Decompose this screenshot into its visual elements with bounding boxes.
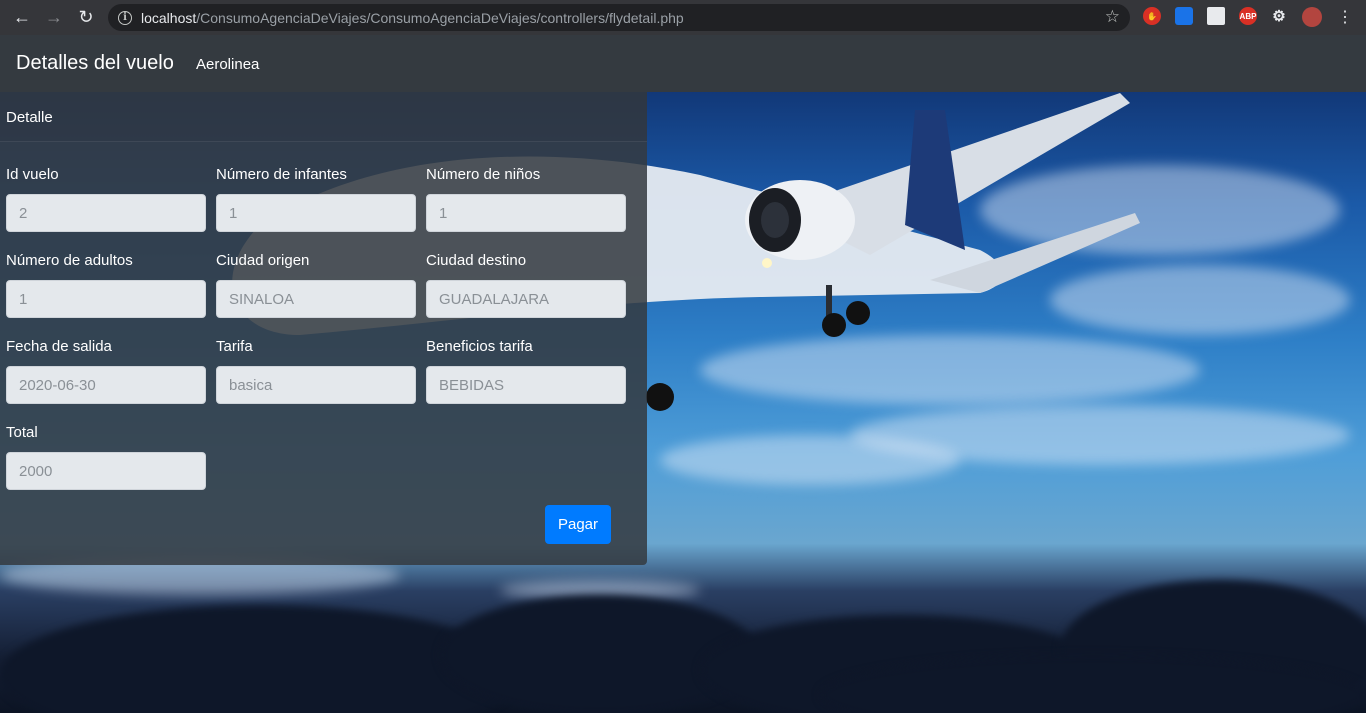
navbar-brand[interactable]: Detalles del vuelo (16, 52, 174, 75)
input-fecha-salida[interactable]: 2020-06-30 (6, 366, 206, 404)
label-id-vuelo: Id vuelo (6, 166, 59, 183)
label-numero-ninos: Número de niños (426, 166, 541, 183)
input-numero-ninos[interactable]: 1 (426, 194, 626, 232)
extensions-puzzle-icon[interactable]: ⚙ (1270, 7, 1288, 25)
back-icon[interactable]: ← (11, 6, 33, 28)
extension-adblock-icon[interactable]: ABP (1239, 7, 1257, 25)
extension-translate-icon[interactable] (1175, 7, 1193, 25)
nav-link-aerolinea[interactable]: Aerolinea (196, 56, 259, 73)
reload-icon[interactable]: ↻ (75, 6, 97, 28)
input-ciudad-destino[interactable]: GUADALAJARA (426, 280, 626, 318)
label-fecha-salida: Fecha de salida (6, 338, 112, 355)
input-id-vuelo[interactable]: 2 (6, 194, 206, 232)
card-header: Detalle (0, 92, 647, 142)
input-numero-infantes[interactable]: 1 (216, 194, 416, 232)
profile-avatar[interactable] (1302, 7, 1322, 27)
top-navbar: Detalles del vuelo Aerolinea (0, 35, 1366, 92)
flight-detail-card: Detalle Id vuelo 2 Número de infantes 1 … (0, 92, 647, 565)
bookmark-star-icon[interactable]: ☆ (1105, 7, 1120, 27)
label-total: Total (6, 424, 38, 441)
extension-hand-icon[interactable]: ✋ (1143, 7, 1161, 25)
input-beneficios-tarifa[interactable]: BEBIDAS (426, 366, 626, 404)
label-ciudad-destino: Ciudad destino (426, 252, 527, 269)
extension-document-icon[interactable] (1207, 7, 1225, 25)
info-icon[interactable]: i (118, 10, 132, 25)
url-text[interactable]: localhost/ConsumoAgenciaDeViajes/Consumo… (141, 10, 684, 26)
label-numero-infantes: Número de infantes (216, 166, 347, 183)
input-tarifa[interactable]: basica (216, 366, 416, 404)
label-ciudad-origen: Ciudad origen (216, 252, 310, 269)
menu-kebab-icon[interactable]: ⋮ (1334, 6, 1356, 28)
card-header-title: Detalle (6, 109, 53, 126)
label-beneficios-tarifa: Beneficios tarifa (426, 338, 533, 355)
browser-toolbar: ← → ↻ i localhost/ConsumoAgenciaDeViajes… (0, 0, 1366, 35)
input-numero-adultos[interactable]: 1 (6, 280, 206, 318)
input-total[interactable]: 2000 (6, 452, 206, 490)
forward-icon[interactable]: → (43, 6, 65, 28)
page-background: Detalles del vuelo Aerolinea Detalle Id … (0, 35, 1366, 713)
input-ciudad-origen[interactable]: SINALOA (216, 280, 416, 318)
pay-button[interactable]: Pagar (545, 505, 611, 544)
address-bar[interactable]: i localhost/ConsumoAgenciaDeViajes/Consu… (108, 4, 1130, 31)
label-numero-adultos: Número de adultos (6, 252, 133, 269)
label-tarifa: Tarifa (216, 338, 253, 355)
